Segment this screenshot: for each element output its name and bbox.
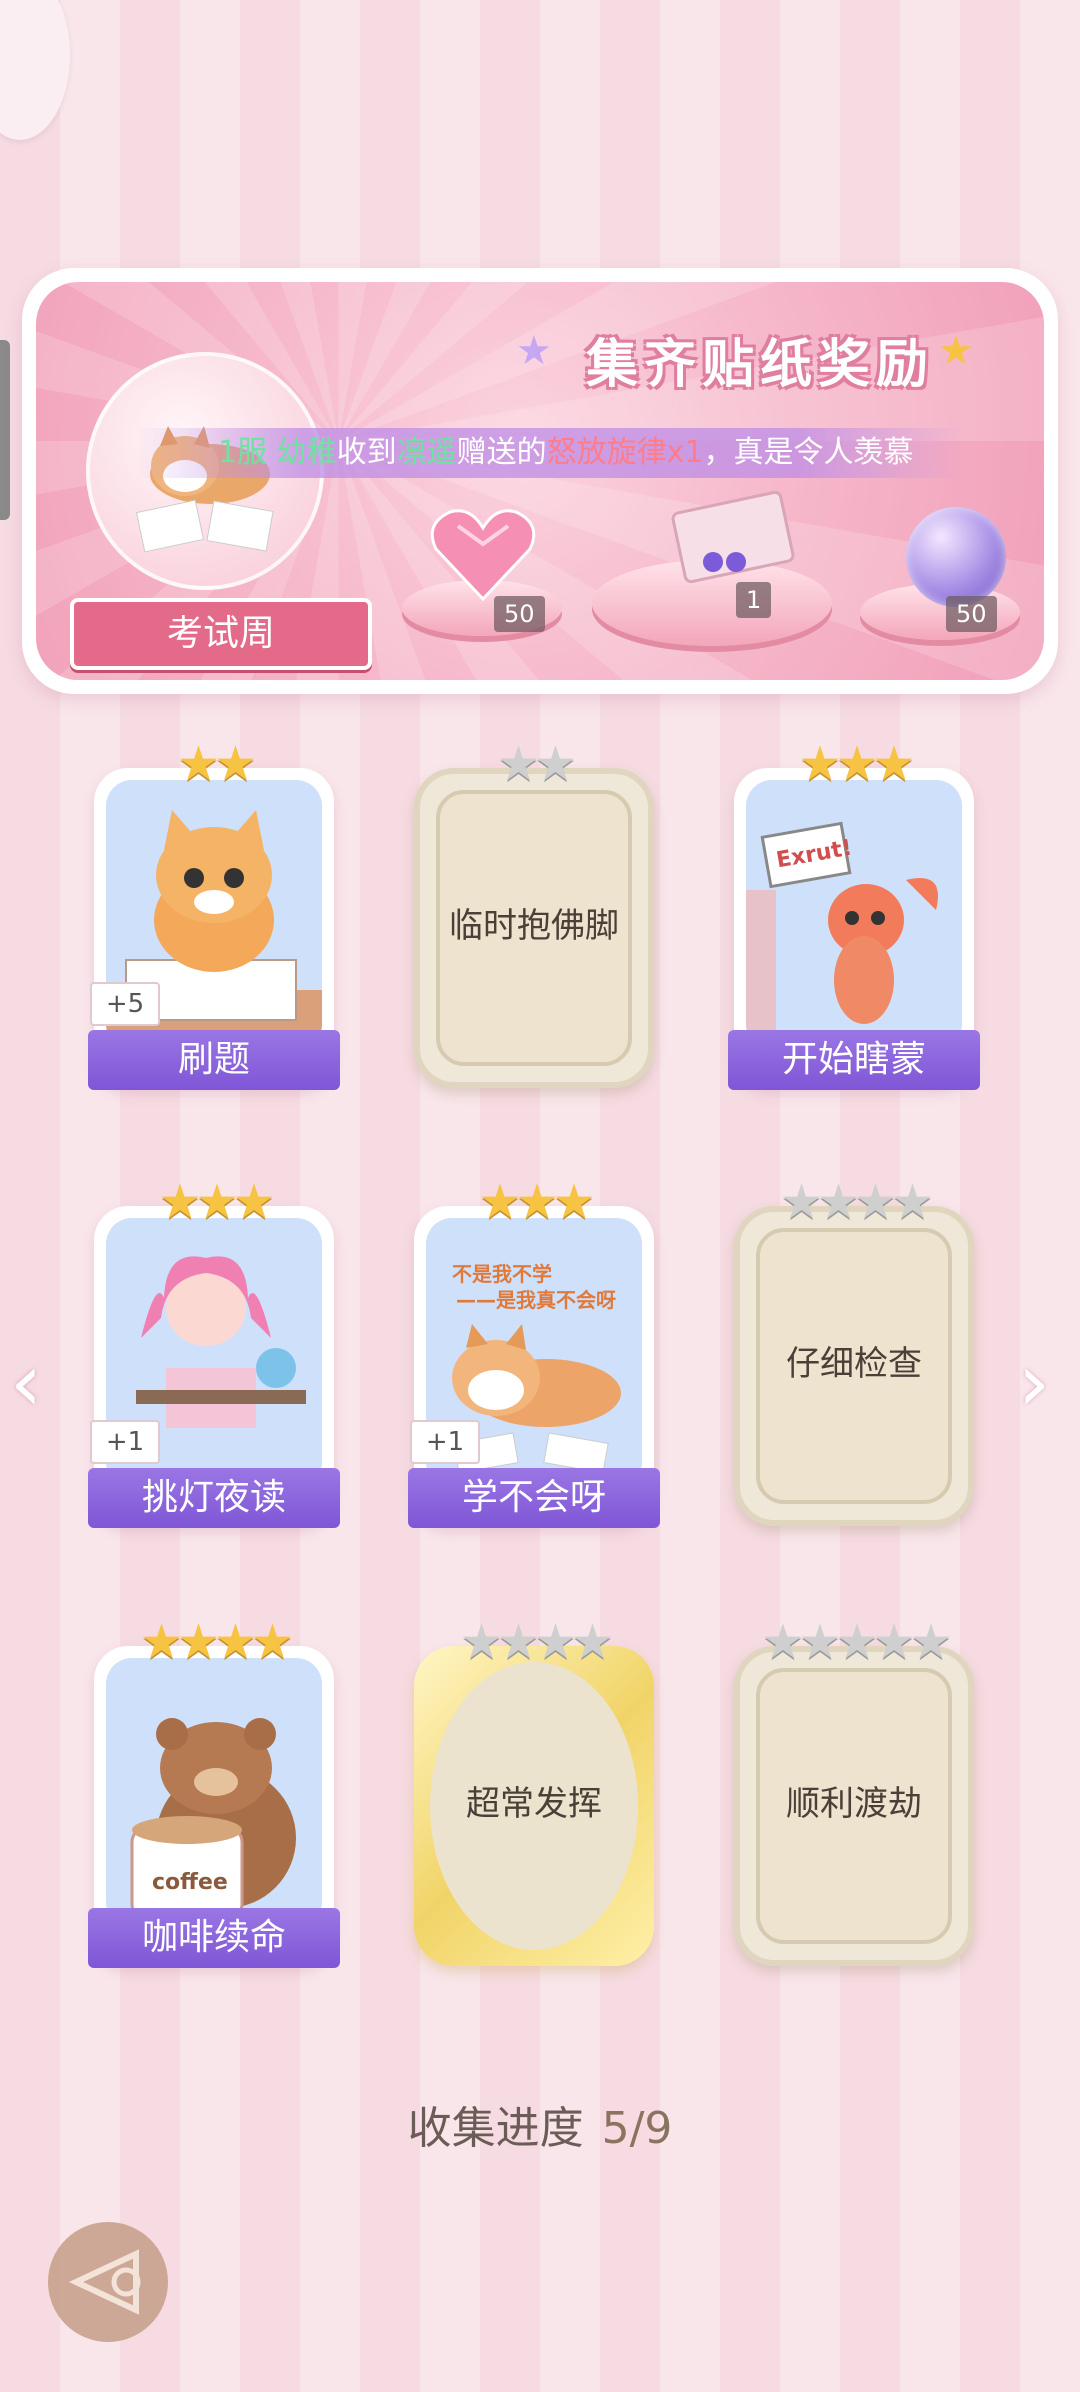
star-rating: ★★ <box>496 736 577 792</box>
sticker-card-tiaodeng[interactable]: ★★★ +1 挑灯夜读 <box>88 1174 340 1528</box>
sticker-card-shuati[interactable]: ★★ +5 刷题 <box>88 736 340 1090</box>
star-rating: ★★★★ <box>139 1614 294 1670</box>
card-title: 开始瞎蒙 <box>728 1030 980 1090</box>
card-title: 学不会呀 <box>408 1468 660 1528</box>
next-page-arrow-icon[interactable]: › <box>1018 1336 1050 1429</box>
broadcast-ticker: 1服 幼稚收到凛遥赠送的怒放旋律x1，真是令人羡慕 <box>136 428 966 478</box>
sticker-card-xuebuhui[interactable]: 不是我不学 ——是我真不会呀 ★★★ +1 学不会呀 <box>408 1174 660 1528</box>
card-title: 刷题 <box>88 1030 340 1090</box>
sticker-reward-banner: 考试周 ★ ★ 集齐贴纸奖励 1服 幼稚收到凛遥赠送的怒放旋律x1，真是令人羡慕… <box>22 268 1058 694</box>
sticker-card-zixi[interactable]: ★★★★ 仔细检查 <box>734 1174 974 1526</box>
previous-page-arrow-icon[interactable]: ‹ <box>10 1336 42 1429</box>
progress-value: 5/9 <box>601 2103 673 2154</box>
menu-corner-button[interactable] <box>0 0 70 140</box>
purple-orb-icon[interactable] <box>906 507 1006 607</box>
card-title: 超常发挥 <box>466 1784 602 1824</box>
star-rating: ★★★★ <box>459 1614 614 1670</box>
card-title: 顺利渡劫 <box>786 1784 922 1824</box>
card-title: 咖啡续命 <box>88 1908 340 1968</box>
gift-box-icon[interactable] <box>658 482 808 592</box>
reward-count: 50 <box>946 596 997 632</box>
reward-count: 1 <box>736 582 772 618</box>
star-rating: ★★★★ <box>779 1174 934 1230</box>
duplicate-count-badge: +1 <box>410 1420 480 1464</box>
progress-label: 收集进度 <box>407 2103 584 2154</box>
duplicate-count-badge: +1 <box>90 1420 160 1464</box>
side-drawer-tab[interactable] <box>0 340 10 520</box>
card-title: 临时抱佛脚 <box>449 906 619 946</box>
duplicate-count-badge: +5 <box>90 982 160 1026</box>
sticker-card-xiameng[interactable]: Exrut! ★★★ 开始瞎蒙 <box>728 736 980 1090</box>
star-rating: ★★★ <box>798 736 915 792</box>
sticker-card-kafei[interactable]: coffee ★★★★ 咖啡续命 <box>88 1614 340 1968</box>
exam-week-label: 考试周 <box>70 598 372 670</box>
sticker-card-linshi[interactable]: ★★ 临时抱佛脚 <box>414 736 654 1088</box>
reward-count: 50 <box>494 596 545 632</box>
bear-coffee-illustration: coffee <box>106 1658 322 1928</box>
sticker-card-shunli[interactable]: ★★★★★ 顺利渡劫 <box>734 1614 974 1966</box>
star-rating: ★★ <box>176 736 257 792</box>
back-button[interactable] <box>48 2222 168 2342</box>
star-rating: ★★★★★ <box>761 1614 952 1670</box>
banner-title: 集齐贴纸奖励 <box>585 335 934 395</box>
card-title: 挑灯夜读 <box>88 1468 340 1528</box>
star-rating: ★★★ <box>478 1174 595 1230</box>
sticker-card-chaochang[interactable]: ★★★★ 超常发挥 <box>414 1614 654 1966</box>
star-decoration-icon: ★ <box>516 328 552 374</box>
pink-heart-gem-icon[interactable] <box>428 504 538 604</box>
star-decoration-icon: ★ <box>938 328 974 374</box>
collection-progress: 收集进度 5/9 <box>0 2092 1080 2156</box>
shrimp-sign-illustration: Exrut! <box>746 780 962 1050</box>
back-arrow-icon <box>68 2249 141 2315</box>
card-title: 仔细检查 <box>786 1344 922 1384</box>
star-rating: ★★★ <box>158 1174 275 1230</box>
